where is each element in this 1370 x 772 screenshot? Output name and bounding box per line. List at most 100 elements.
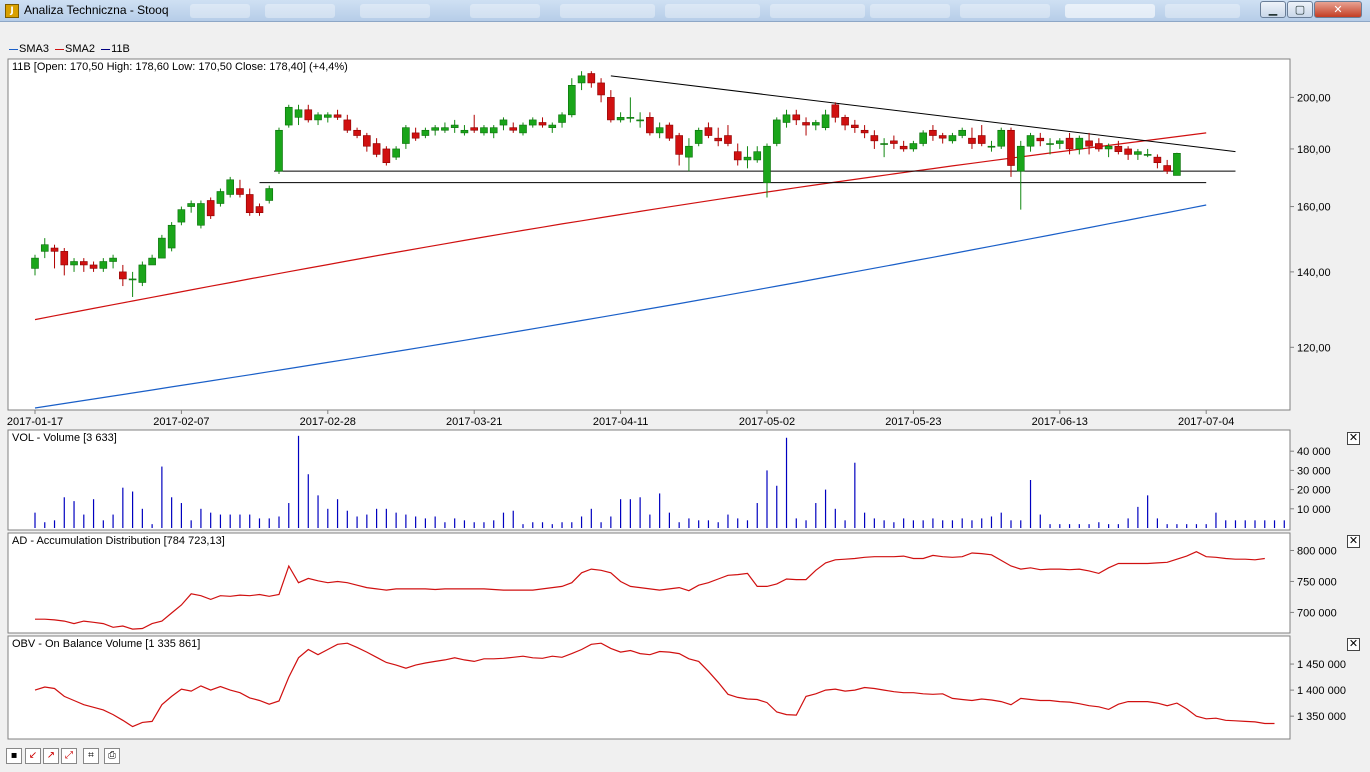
candle-body <box>431 127 439 131</box>
price-plot-area[interactable] <box>7 58 1291 411</box>
candle-body <box>558 114 566 123</box>
candle-body <box>450 124 459 128</box>
candle-body <box>1056 140 1064 144</box>
candle-body <box>792 114 801 121</box>
candle-body <box>382 148 391 164</box>
candle-body <box>411 132 420 139</box>
candle-body <box>1163 165 1171 172</box>
candle-body <box>831 104 840 118</box>
candle-body <box>636 119 644 122</box>
bottom-toolbar: ▪ ↙ ↗ ⤢ ⌗ ⎙ <box>0 745 1370 772</box>
candle-body <box>1036 137 1045 142</box>
price-x-tick-label: 2017-04-11 <box>593 416 648 428</box>
candle-body <box>577 75 586 84</box>
candle-body <box>509 127 518 131</box>
price-y-tick-label: 140,00 <box>1297 267 1331 279</box>
ad-y-tick-label: 750 000 <box>1297 576 1337 588</box>
candle-body <box>294 109 303 118</box>
zoom-out-button[interactable]: ↗ <box>43 748 59 764</box>
candle-body <box>704 127 713 136</box>
candle-body <box>519 124 527 134</box>
candle-body <box>1114 145 1123 152</box>
price-x-tick-label: 2017-05-23 <box>885 416 941 428</box>
chart-canvas[interactable]: 200,00 180,00 160,00 140,00 120,00 2017-01-17… <box>0 0 1370 745</box>
ad-plot-area[interactable] <box>7 532 1291 634</box>
candle-body <box>99 261 108 269</box>
candle-body <box>40 244 49 252</box>
volume-plot-area[interactable] <box>7 429 1291 531</box>
save-button[interactable]: ▪ <box>6 748 22 764</box>
fit-button[interactable]: ⌗ <box>83 748 99 764</box>
candle-body <box>987 145 996 148</box>
price-x-tick-label: 2017-07-04 <box>1178 416 1234 428</box>
price-x-tick-label: 2017-06-13 <box>1032 416 1088 428</box>
candle-body <box>675 135 683 155</box>
candle-body <box>802 122 810 126</box>
candle-body <box>528 119 537 126</box>
volume-y-tick-label: 10 000 <box>1297 504 1331 516</box>
candle-body <box>1134 151 1142 155</box>
candle-body <box>870 135 879 142</box>
candle-body <box>899 145 908 150</box>
candle-body <box>1075 137 1084 150</box>
zoom-area-button[interactable]: ⤢ <box>61 748 77 764</box>
candle-body <box>1085 140 1093 147</box>
price-y-tick-label: 120,00 <box>1297 342 1331 354</box>
print-button[interactable]: ⎙ <box>104 748 120 764</box>
price-y-tick-label: 180,00 <box>1297 144 1331 156</box>
price-x-tick-label: 2017-01-17 <box>7 416 63 428</box>
candle-body <box>1016 145 1025 172</box>
price-x-tick-label: 2017-03-21 <box>446 416 502 428</box>
candle-body <box>363 135 371 147</box>
candle-body <box>314 114 322 121</box>
candle-body <box>655 127 664 134</box>
candle-body <box>1124 148 1132 155</box>
candle-body <box>597 82 605 96</box>
candle-body <box>148 257 156 266</box>
volume-y-tick-label: 40 000 <box>1297 446 1331 458</box>
ad-y-tick-label: 700 000 <box>1297 607 1337 619</box>
candle-body <box>997 129 1006 147</box>
candle-body <box>1026 135 1035 147</box>
candle-body <box>665 124 674 139</box>
candle-body <box>70 261 78 266</box>
price-y-tick-label: 200,00 <box>1297 92 1331 104</box>
volume-panel-title: VOL - Volume [3 633] <box>12 432 117 444</box>
close-obv-panel-button[interactable]: ✕ <box>1347 638 1360 651</box>
candle-body <box>392 148 400 158</box>
candle-body <box>968 137 976 144</box>
candle-body <box>772 119 781 144</box>
candle-body <box>948 135 957 142</box>
candle-body <box>567 85 576 116</box>
candle-body <box>158 237 166 259</box>
candle-body <box>733 151 742 161</box>
candle-body <box>89 264 98 269</box>
price-panel-title: 11B [Open: 170,50 High: 178,60 Low: 170,… <box>12 61 348 73</box>
candle-body <box>646 117 654 134</box>
close-ad-panel-button[interactable]: ✕ <box>1347 535 1360 548</box>
candle-body <box>880 143 888 145</box>
volume-y-tick-label: 30 000 <box>1297 465 1331 477</box>
zoom-in-button[interactable]: ↙ <box>25 748 41 764</box>
candle-body <box>763 145 771 183</box>
candle-body <box>548 124 557 128</box>
candle-body <box>50 247 59 252</box>
candle-body <box>919 132 927 144</box>
obv-y-tick-label: 1 450 000 <box>1297 659 1346 671</box>
candle-body <box>402 127 410 144</box>
candle-body <box>860 129 869 134</box>
candle-body <box>353 129 361 136</box>
candle-body <box>167 224 176 249</box>
candle-body <box>480 127 488 134</box>
candle-body <box>743 156 752 161</box>
candle-body <box>372 143 381 155</box>
candle-body <box>1095 143 1103 150</box>
candle-body <box>343 119 352 131</box>
candle-body <box>1153 156 1162 164</box>
ad-panel-title: AD - Accumulation Distribution [784 723,… <box>12 535 225 547</box>
candle-body <box>929 129 937 136</box>
candle-body <box>323 114 332 118</box>
candle-body <box>265 188 274 201</box>
obv-plot-area[interactable] <box>7 635 1291 740</box>
close-volume-panel-button[interactable]: ✕ <box>1347 432 1360 445</box>
